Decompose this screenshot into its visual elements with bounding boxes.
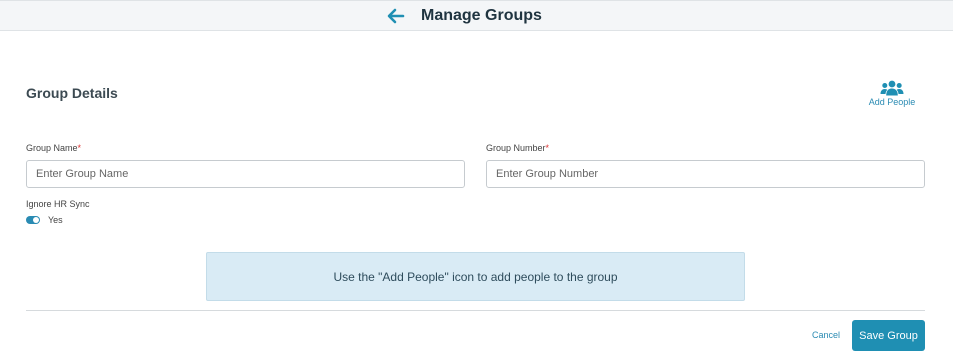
people-group-icon	[862, 80, 922, 96]
add-people-button[interactable]: Add People	[862, 80, 922, 112]
required-mark: *	[77, 143, 82, 153]
arrow-left-icon[interactable]	[386, 6, 406, 26]
group-name-label-text: Group Name	[26, 143, 78, 153]
save-group-button[interactable]: Save Group	[852, 320, 925, 351]
group-name-label: Group Name*	[26, 143, 81, 153]
info-message: Use the "Add People" icon to add people …	[206, 252, 745, 301]
page-header: Manage Groups	[0, 0, 953, 31]
ignore-hr-sync-value: Yes	[48, 215, 63, 225]
divider	[26, 310, 925, 311]
group-number-label-text: Group Number	[486, 143, 546, 153]
section-title: Group Details	[26, 85, 118, 101]
group-name-input[interactable]	[26, 160, 465, 188]
add-people-label: Add People	[868, 97, 916, 107]
ignore-hr-sync-toggle[interactable]	[26, 216, 40, 224]
ignore-hr-sync-label: Ignore HR Sync	[26, 199, 90, 209]
required-mark: *	[545, 143, 550, 153]
group-number-input[interactable]	[486, 160, 925, 188]
cancel-button[interactable]: Cancel	[812, 330, 840, 340]
group-number-label: Group Number*	[486, 143, 549, 153]
page-title: Manage Groups	[421, 7, 542, 24]
info-message-text: Use the "Add People" icon to add people …	[333, 269, 618, 284]
